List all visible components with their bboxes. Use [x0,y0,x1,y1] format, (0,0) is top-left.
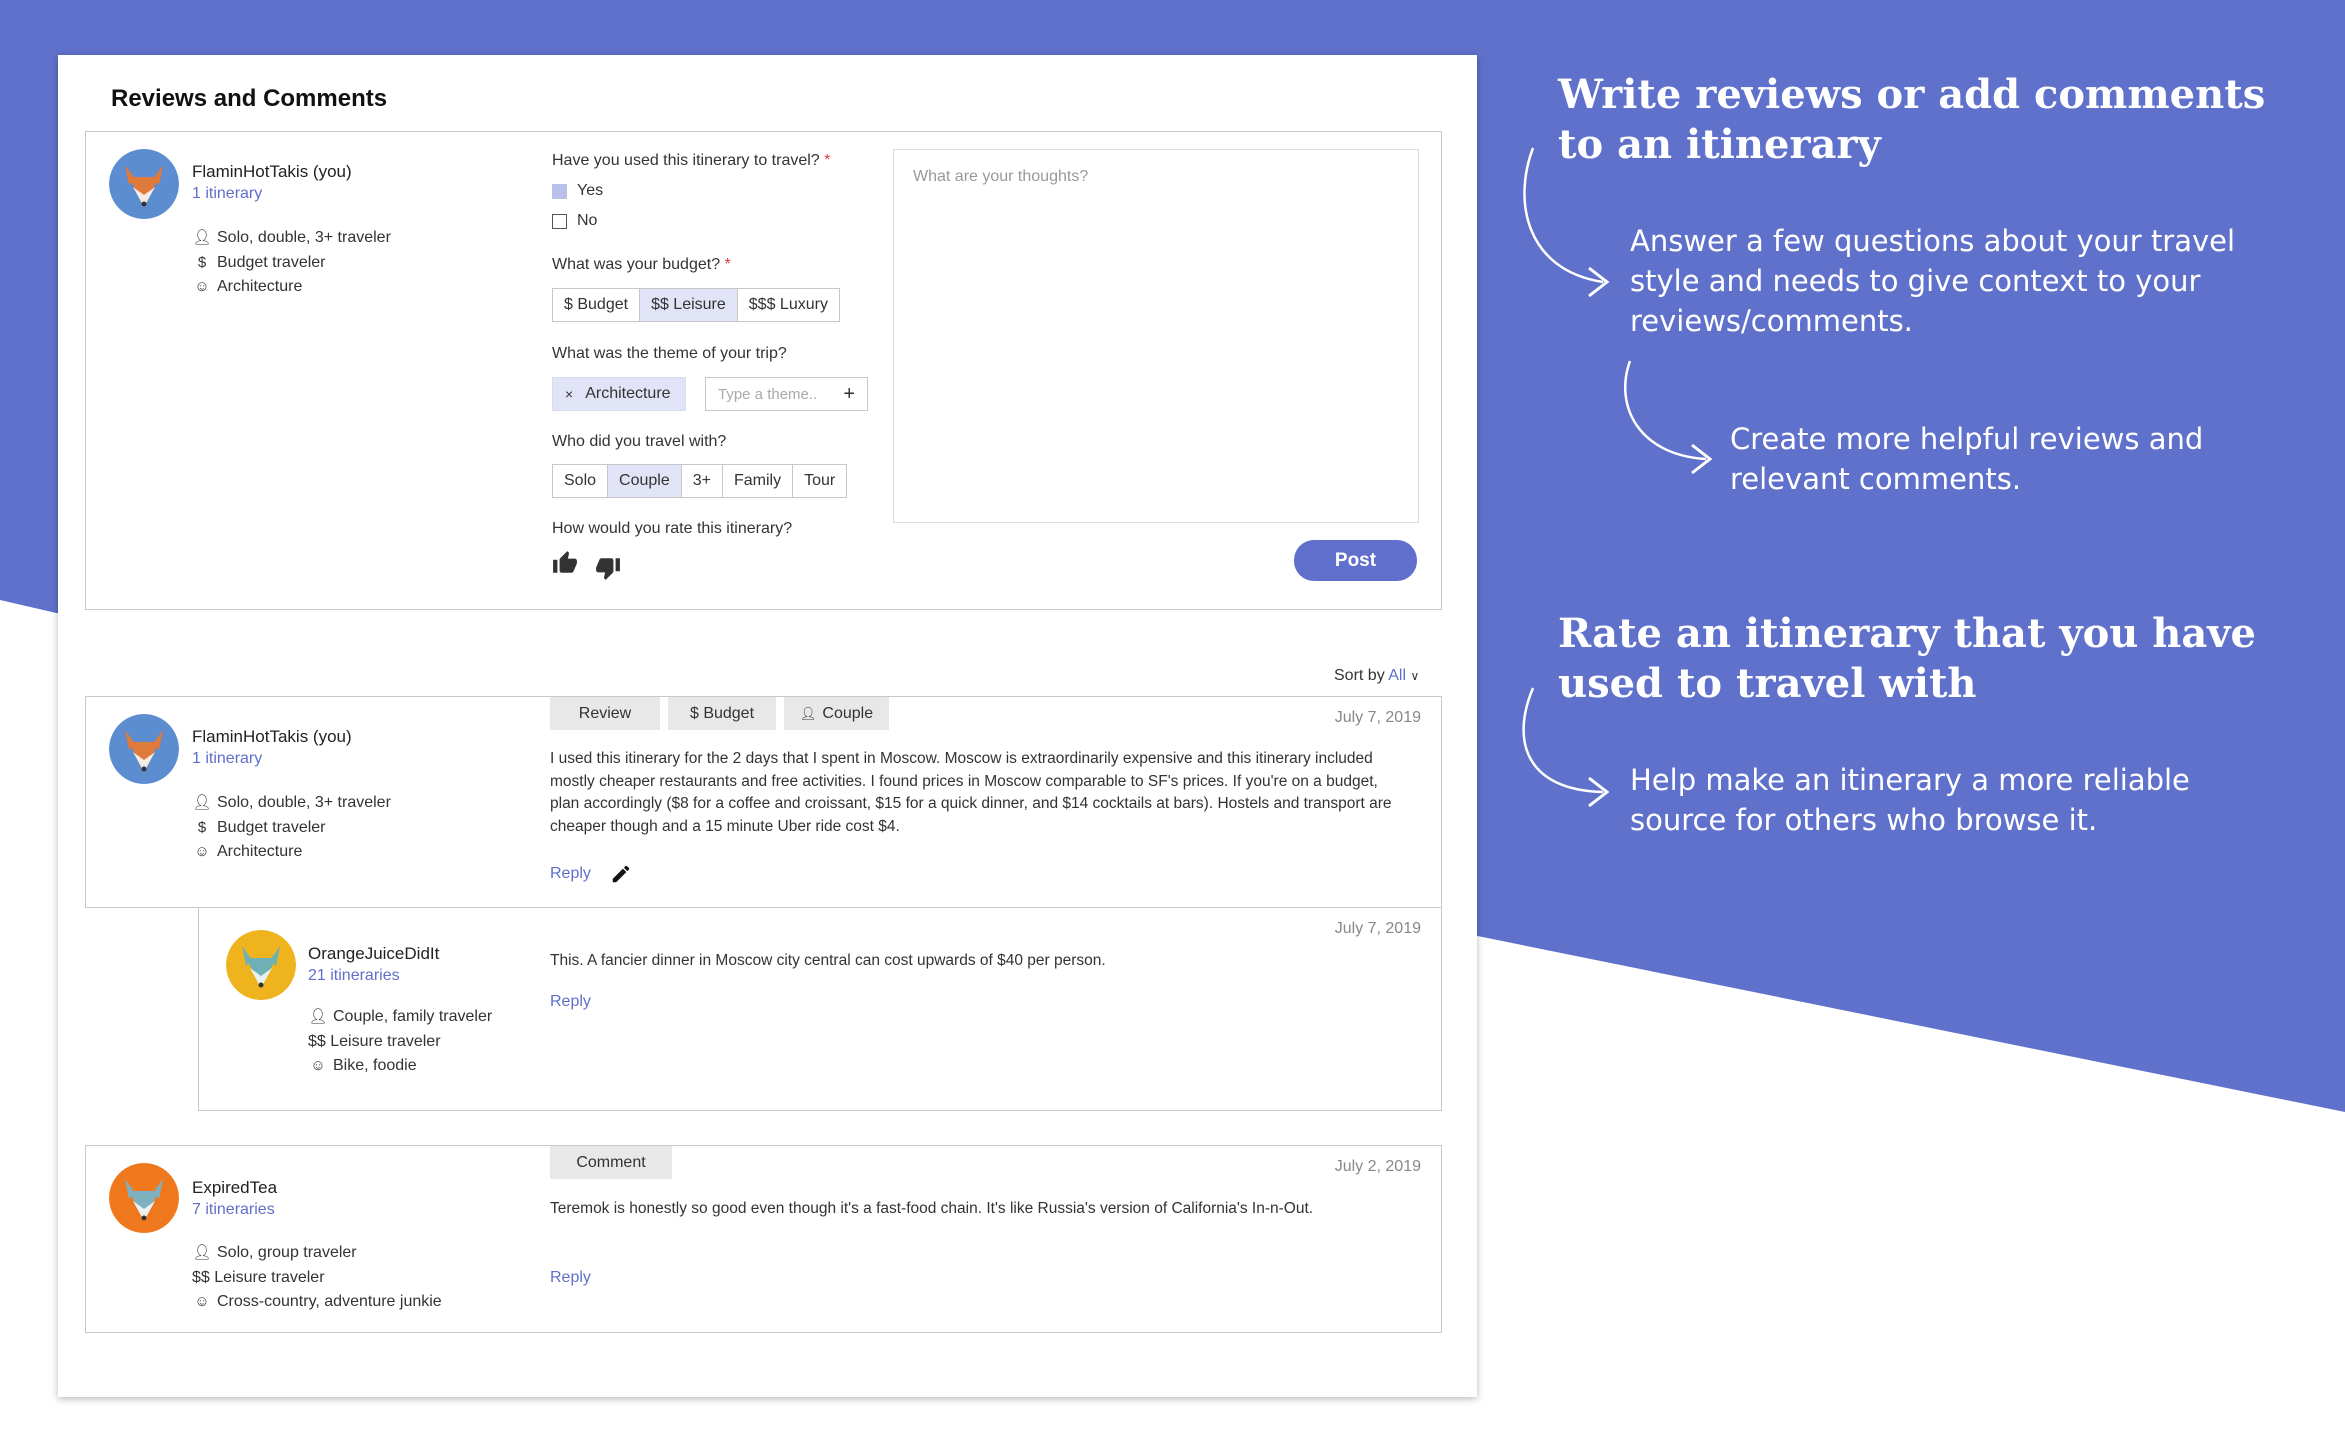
reply-date: July 7, 2019 [1334,920,1421,937]
person-icon: 👤︎ [192,1244,212,1261]
callout-text-helpful: Create more helpful reviews and relevant… [1730,422,2204,496]
question-theme: What was the theme of your trip? [552,345,787,362]
question-rating: How would you rate this itinerary? [552,520,793,537]
person-icon: 👤︎ [192,229,212,246]
companion-selector: Solo Couple 3+ Family Tour [552,464,848,498]
companion-option[interactable]: Tour [793,465,846,497]
reply-link[interactable]: Reply [550,993,591,1011]
user-itineraries-link[interactable]: 1 itinerary [192,750,262,768]
budget-option[interactable]: $ Budget [553,289,641,321]
user-itineraries-link[interactable]: 21 itineraries [308,967,400,985]
option-no[interactable]: No [552,212,597,230]
remove-chip-icon[interactable]: × [565,386,573,402]
post-button[interactable]: Post [1294,540,1417,581]
smiley-icon: ☺ [194,1293,210,1310]
smiley-icon: ☺ [194,843,210,860]
user-profile-meta: 👤︎ Solo, group traveler $$ Leisure travel… [192,1241,442,1315]
thoughts-textarea[interactable]: What are your thoughts? [893,149,1419,523]
comment-date: July 2, 2019 [1334,1158,1421,1175]
companion-option[interactable]: 3+ [682,465,723,497]
user-name: ExpiredTea [192,1178,278,1197]
companion-option[interactable]: Solo [553,465,609,497]
user-name: FlaminHotTakis (you) [192,727,352,746]
add-icon[interactable]: + [843,383,855,406]
callout-heading-rate: Rate an itinerary that you have used to … [1558,610,2256,707]
checkbox-yes[interactable] [552,183,567,199]
dollar-icon: $ [197,818,207,836]
option-yes[interactable]: Yes [552,182,603,200]
smiley-icon: ☺ [310,1057,326,1074]
interests: Architecture [217,278,303,295]
review-composer: FlaminHotTakis (you) 1 itinerary 👤︎ Solo,… [85,131,1442,610]
companion-option[interactable]: Family [723,465,794,497]
section-title: Reviews and Comments [111,85,388,112]
callout-text-reliable: Help make an itinerary a more reliable s… [1630,763,2190,837]
budget-option[interactable]: $$$ Luxury [738,289,839,321]
reviews-card: Reviews and Comments FlaminHotTakis (you… [58,55,1477,1397]
question-budget: What was your budget? * [552,256,731,273]
dollar-icon: $ [197,253,207,271]
fox-avatar [109,149,179,219]
theme-chip[interactable]: × Architecture [552,377,686,411]
sort-control[interactable]: Sort by All ∨ [1334,667,1419,685]
person-icon: 👤︎ [192,794,212,811]
person-icon: 👤︎ [799,705,817,721]
smiley-icon: ☺ [194,278,210,295]
thumbs-down-icon[interactable] [595,555,621,581]
user-name: FlaminHotTakis (you) [192,162,352,181]
fox-avatar [109,714,179,784]
tag-budget: $ Budget [668,697,776,730]
reply-link[interactable]: Reply [550,865,591,883]
thumbs-up-icon[interactable] [552,550,578,576]
edit-icon[interactable] [610,863,632,885]
budget-option-selected[interactable]: $$ Leisure [640,289,738,321]
tag-companion: 👤︎ Couple [784,697,889,730]
tag-review: Review [550,697,660,730]
comment-text: Teremok is honestly so good even though … [550,1200,1314,1217]
comment-item: ExpiredTea 7 itineraries 👤︎ Solo, group t… [85,1145,1442,1333]
travel-style: Solo, double, 3+ traveler [217,229,391,246]
user-name: OrangeJuiceDidIt [308,944,440,963]
user-profile-meta: 👤︎ Solo, double, 3+ traveler $ Budget trav… [192,791,390,865]
reply-link[interactable]: Reply [550,1269,591,1287]
chevron-down-icon: ∨ [1410,669,1420,683]
curved-arrow-icon [1624,360,1713,475]
user-profile-meta: 👤︎ Solo, double, 3+ traveler $ Budget trav… [192,226,391,300]
callout-text-questions: Answer a few questions about your travel… [1630,224,2236,338]
reply-text: This. A fancier dinner in Moscow city ce… [550,952,1106,969]
companion-option-selected[interactable]: Couple [608,465,682,497]
user-itineraries-link[interactable]: 7 itineraries [192,1201,275,1219]
reply-item: OrangeJuiceDidIt 21 itineraries 👤︎ Couple… [198,907,1442,1111]
review-item: FlaminHotTakis (you) 1 itinerary 👤︎ Solo,… [85,696,1442,908]
person-icon: 👤︎ [308,1008,328,1025]
user-profile-meta: 👤︎ Couple, family traveler $$ Leisure tra… [308,1005,492,1079]
wolf-avatar [226,930,296,1000]
review-text: I used this itinerary for the 2 days tha… [550,750,1392,835]
question-companions: Who did you travel with? [552,433,727,450]
checkbox-no[interactable] [552,213,567,229]
budget-selector: $ Budget $$ Leisure $$$ Luxury [552,288,840,322]
tag-comment: Comment [550,1146,672,1179]
fox-avatar [109,1163,179,1233]
review-date: July 7, 2019 [1334,709,1421,726]
user-itineraries-link[interactable]: 1 itinerary [192,185,262,203]
budget-style: Budget traveler [217,253,326,271]
question-used: Have you used this itinerary to travel? … [552,152,831,169]
callout-heading-write: Write reviews or add comments to an itin… [1558,71,2266,168]
curved-arrow-icon [1523,147,1610,298]
curved-arrow-icon [1522,687,1610,808]
theme-input[interactable]: Type a theme.. + [705,377,868,411]
